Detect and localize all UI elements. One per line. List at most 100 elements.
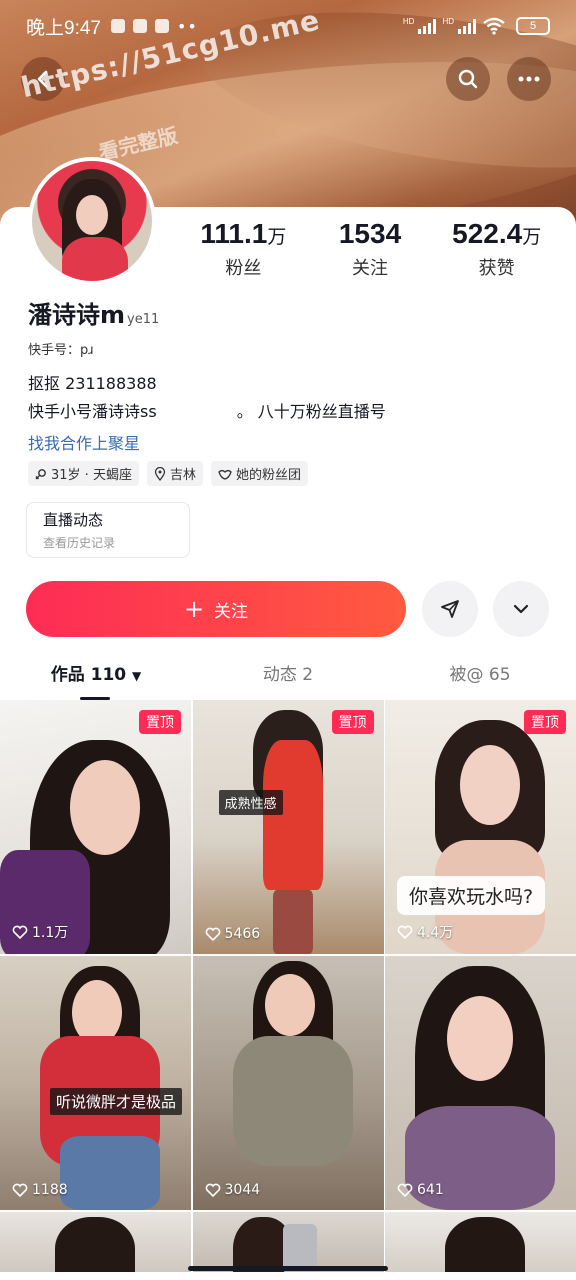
profile-name-suffix: ye11 — [127, 312, 160, 327]
video-thumbnail[interactable]: 置顶 成熟性感 5466 — [192, 700, 384, 954]
tab-label: 动态 2 — [262, 665, 314, 685]
wifi-icon — [483, 17, 505, 35]
figure-face — [70, 760, 140, 855]
video-grid: 置顶 1.1万 置顶 成熟性感 5466 置顶 你喜欢玩水吗? 4.4万 听说微… — [0, 700, 576, 1272]
pinned-badge: 置顶 — [331, 710, 374, 734]
heart-icon — [12, 1183, 28, 1197]
signal-icon — [418, 18, 437, 34]
video-thumbnail[interactable] — [192, 1212, 384, 1272]
figure-face — [447, 996, 513, 1081]
stat-number: 1534 — [338, 218, 402, 249]
live-history-card[interactable]: 直播动态 查看历史记录 — [26, 502, 190, 558]
account-id[interactable]: 快手号：pɹ — [28, 339, 94, 358]
bio-line-1: 抠抠 231188388 — [28, 374, 157, 393]
heart-icon — [397, 1183, 413, 1197]
likes-count: 1188 — [32, 1182, 68, 1198]
video-likes: 1188 — [12, 1182, 68, 1198]
video-thumbnail[interactable]: 置顶 1.1万 — [0, 700, 191, 954]
hd-label: HD — [402, 17, 415, 26]
likes-count: 5466 — [224, 926, 261, 942]
video-thumbnail[interactable]: 听说微胖才是极品 1188 — [0, 956, 191, 1210]
video-caption: 成熟性感 — [218, 790, 283, 815]
heart-icon — [205, 1183, 220, 1197]
heart-icon — [12, 925, 28, 939]
stat-followers[interactable]: 111.1万 粉丝 — [180, 218, 307, 280]
content-tabs: 作品 110 ▼ 动态 2 被@ 65 — [0, 654, 576, 700]
home-indicator[interactable] — [188, 1266, 388, 1271]
pinned-badge: 置顶 — [139, 710, 181, 734]
likes-count: 641 — [417, 1182, 444, 1198]
video-likes: 1.1万 — [12, 922, 68, 942]
figure-legs — [272, 890, 313, 954]
cooperation-link[interactable]: 找我合作上聚星 — [28, 430, 140, 454]
live-history-title: 直播动态 — [43, 511, 104, 529]
tab-mentions[interactable]: 被@ 65 — [384, 654, 576, 698]
figure-dress — [262, 740, 323, 890]
video-thumbnail[interactable]: 641 — [385, 956, 576, 1210]
figure-dress — [232, 1036, 353, 1166]
telegram-icon — [110, 19, 125, 33]
likes-count: 4.4万 — [417, 925, 454, 941]
avatar-face — [76, 195, 108, 235]
fan-group-icon — [218, 469, 232, 480]
stat-unit: 万 — [522, 227, 542, 248]
video-thumbnail[interactable]: 3044 — [192, 956, 384, 1210]
tab-moments[interactable]: 动态 2 — [192, 654, 384, 698]
heart-icon — [205, 927, 220, 941]
tag-label: 吉林 — [169, 468, 196, 483]
tab-works[interactable]: 作品 110 ▼ — [0, 654, 192, 700]
likes-count: 1.1万 — [32, 925, 69, 941]
video-likes: 3044 — [205, 1182, 261, 1198]
video-thumbnail[interactable] — [0, 1212, 191, 1272]
account-id-label: 快手号： — [28, 343, 81, 358]
bio-line-2: 快手小号潘诗诗ss 。 八十万粉丝直播号 — [28, 398, 386, 422]
stat-label: 获赞 — [478, 258, 515, 279]
stat-number: 522.4 — [452, 218, 523, 249]
send-icon — [441, 600, 459, 618]
profile-tags: 31岁 · 天蝎座 吉林 她的粉丝团 — [28, 461, 308, 486]
video-thumbnail[interactable]: 置顶 你喜欢玩水吗? 4.4万 — [385, 700, 576, 954]
female-icon — [35, 468, 46, 479]
pinned-badge: 置顶 — [524, 710, 566, 734]
search-button[interactable] — [446, 57, 490, 101]
video-likes: 641 — [397, 1182, 444, 1198]
share-button[interactable] — [422, 581, 478, 637]
profile-name-text: 潘诗诗m — [28, 301, 126, 329]
avatar[interactable] — [28, 157, 156, 285]
tab-label: 作品 110 — [50, 665, 127, 685]
video-thumbnail[interactable] — [385, 1212, 576, 1272]
stat-number: 111.1 — [200, 218, 268, 249]
app-icon — [132, 19, 147, 33]
stat-unit: 万 — [267, 227, 287, 248]
location-pin-icon — [154, 466, 166, 481]
stat-following[interactable]: 1534 关注 — [307, 218, 434, 280]
tag-location[interactable]: 吉林 — [146, 461, 203, 486]
live-history-subtitle: 查看历史记录 — [43, 536, 116, 550]
tag-age-zodiac: 31岁 · 天蝎座 — [28, 461, 139, 486]
hd-label: HD — [442, 17, 454, 26]
stat-likes[interactable]: 522.4万 获赞 — [433, 218, 560, 280]
caret-down-icon: ▼ — [132, 669, 142, 683]
heart-icon — [397, 925, 413, 939]
figure-hair — [445, 1217, 525, 1272]
video-caption: 听说微胖才是极品 — [50, 1088, 183, 1115]
expand-button[interactable] — [493, 581, 549, 637]
battery-icon: 5 — [516, 17, 550, 35]
shield-app-icon — [154, 19, 169, 33]
follow-label: 关注 — [214, 601, 249, 622]
bio-line-2-tail: 。 八十万粉丝直播号 — [236, 402, 386, 421]
more-button[interactable] — [507, 57, 551, 101]
video-likes: 4.4万 — [397, 922, 453, 942]
profile-stats: 111.1万 粉丝 1534 关注 522.4万 获赞 — [180, 218, 560, 280]
likes-count: 3044 — [224, 1182, 261, 1198]
search-icon — [458, 69, 478, 89]
tag-fan-group[interactable]: 她的粉丝团 — [210, 461, 308, 486]
stat-label: 关注 — [352, 258, 388, 279]
signal-icon — [458, 18, 476, 34]
video-likes: 5466 — [205, 926, 261, 942]
follow-button[interactable]: + 关注 — [26, 581, 406, 637]
avatar-dress — [62, 237, 128, 281]
chevron-down-icon — [513, 604, 529, 614]
figure-face — [264, 974, 315, 1036]
phone-shape — [282, 1224, 317, 1272]
